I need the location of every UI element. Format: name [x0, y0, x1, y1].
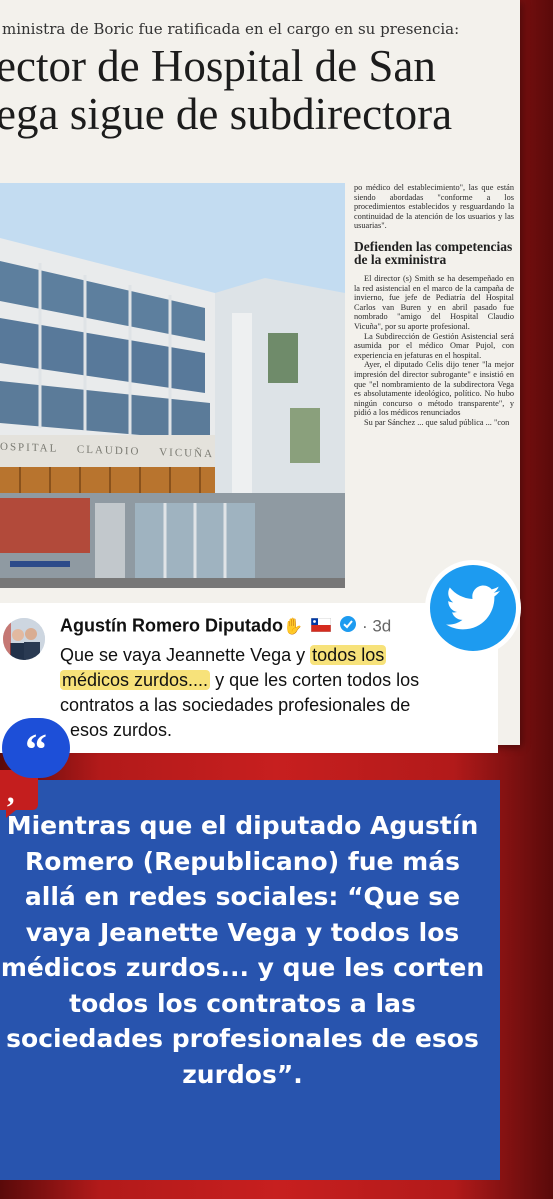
tweet-text: Que se vaya Jeannette Vega y todos los m…	[60, 643, 490, 743]
chile-flag-icon	[310, 616, 332, 637]
raised-hand-icon: ✋	[283, 618, 303, 636]
article-paragraph: po médico del establecimiento", las que …	[354, 183, 514, 231]
article-kicker: ministra de Boric fue ratificada en el c…	[2, 20, 460, 38]
avatar[interactable]	[3, 618, 45, 660]
headline-line-2: ega sigue de subdirectora	[0, 89, 453, 139]
article-paragraph: El director (s) Smith se ha desempeñado …	[354, 273, 514, 331]
headline-line-1: ector de Hospital de San	[0, 41, 436, 91]
tweet-card[interactable]: Agustín Romero Diputado✋ · 3d Que se vay…	[0, 603, 498, 753]
article-paragraph: La Subdirección de Gestión Asistencial s…	[354, 331, 514, 360]
article-subhead: Defienden las competencias de la exminis…	[354, 238, 513, 267]
quote-icon: “	[2, 718, 70, 778]
article-headline: ector de Hospital de San ega sigue de su…	[0, 42, 520, 138]
caption-text: Mientras que el diputado Agustín Romero …	[0, 811, 485, 1089]
tweet-timestamp[interactable]: · 3d	[362, 616, 391, 635]
tweet-text-part: esos zurdos.	[70, 720, 173, 740]
article-column: po médico del establecimiento", las que …	[354, 183, 514, 427]
tweet-text-part: contratos a las sociedades profesionales…	[60, 695, 411, 715]
twitter-bird-icon	[430, 565, 516, 651]
hospital-building-illustration	[0, 183, 345, 588]
article-paragraph: Ayer, el diputado Celis dijo tener "la m…	[354, 360, 514, 418]
svg-text:,: ,	[7, 776, 15, 809]
tweet-header: Agustín Romero Diputado✋ · 3d	[60, 615, 391, 638]
verified-badge-icon	[339, 615, 357, 638]
tweet-author-name[interactable]: Agustín Romero Diputado	[60, 615, 283, 635]
hospital-photo: OSPITAL CLAUDIO VICUÑA	[0, 183, 345, 588]
avatar-image	[3, 618, 45, 660]
tweet-text-part: Que se vaya Jeannette Vega y	[60, 645, 311, 665]
caption-box: Mientras que el diputado Agustín Romero …	[0, 780, 500, 1180]
tweet-highlight: médicos zurdos....	[60, 670, 211, 690]
tweet-text-part: y que les corten todos los	[210, 670, 420, 690]
tweet-highlight: todos los	[310, 645, 387, 665]
article-paragraph: Su par Sánchez ... que salud pública ...…	[364, 417, 510, 427]
